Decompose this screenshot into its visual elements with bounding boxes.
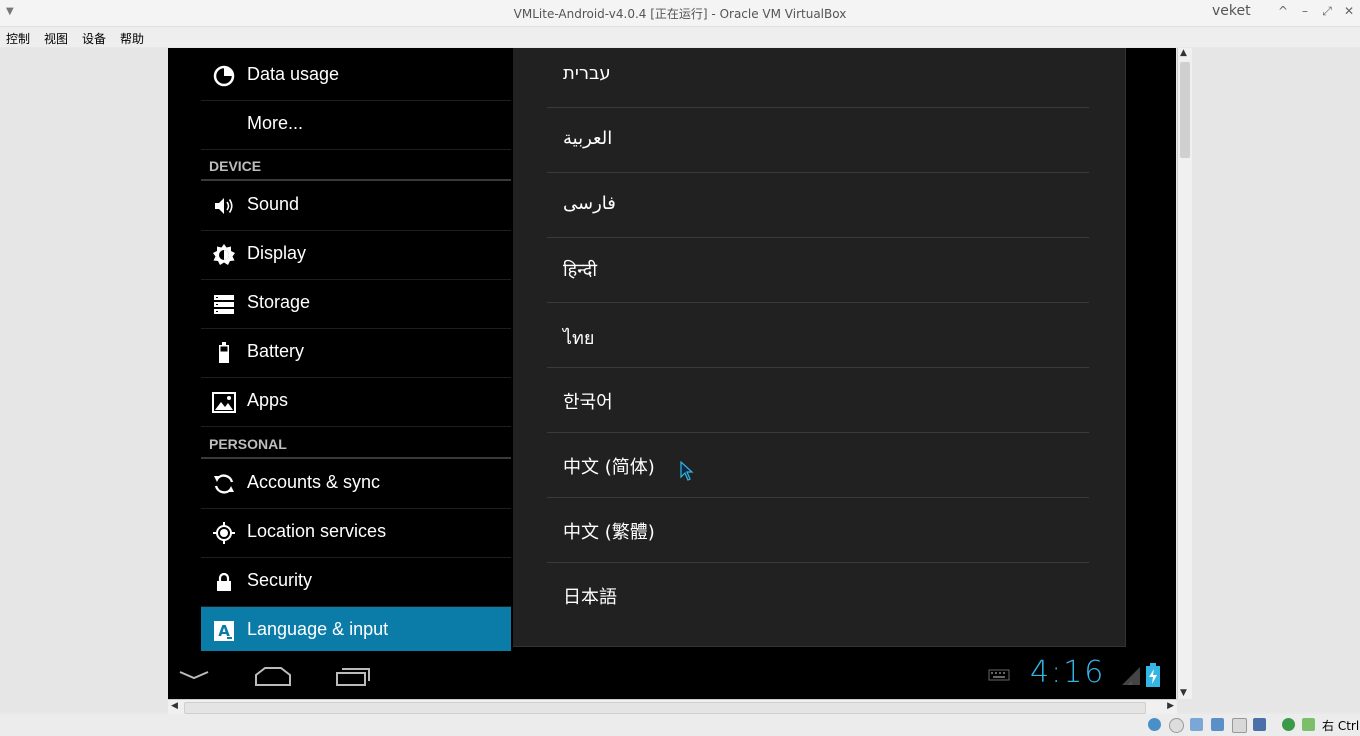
language-list: עברית العربية فارسی हिन्दी ไทย 한국어 中文 (简…	[513, 48, 1126, 647]
vertical-scroll-thumb[interactable]	[1180, 62, 1190, 158]
network-icon[interactable]	[1211, 718, 1224, 731]
settings-item-security[interactable]: Security	[201, 558, 511, 607]
language-item[interactable]: हिन्दी	[547, 238, 1089, 303]
horizontal-scroll-thumb[interactable]	[184, 702, 1146, 714]
shared-folders-icon[interactable]	[1232, 718, 1247, 733]
home-icon[interactable]	[253, 661, 293, 689]
settings-list: Data usage More... DEVICE Sound Display	[201, 48, 511, 651]
scroll-down-icon[interactable]: ▼	[1180, 688, 1187, 698]
minimize-button[interactable]: –	[1298, 4, 1312, 18]
language-item[interactable]: 日本語	[547, 563, 1089, 627]
data-usage-icon	[213, 65, 235, 87]
section-header-personal: PERSONAL	[209, 436, 287, 452]
optical-drive-icon[interactable]	[1169, 718, 1184, 733]
menu-control[interactable]: 控制	[6, 30, 30, 47]
language-item[interactable]: ไทย	[547, 303, 1089, 368]
settings-item-apps[interactable]: Apps	[201, 378, 511, 427]
language-label: العربية	[563, 128, 613, 149]
speaker-icon	[215, 198, 233, 214]
language-icon: A	[214, 621, 234, 641]
menubar: 控制 视图 设备 帮助	[0, 27, 1360, 47]
android-screen: Data usage More... DEVICE Sound Display	[168, 48, 1176, 699]
storage-icon	[214, 295, 234, 314]
menu-help[interactable]: 帮助	[120, 30, 144, 47]
close-button[interactable]: ✕	[1342, 4, 1356, 18]
settings-item-language-input[interactable]: A Language & input	[201, 607, 511, 651]
section-header-device: DEVICE	[209, 158, 262, 174]
location-icon	[213, 522, 235, 544]
brightness-icon	[213, 244, 235, 265]
settings-item-label: Language & input	[247, 619, 389, 639]
settings-item-sound[interactable]: Sound	[201, 182, 511, 231]
section-divider	[201, 179, 511, 181]
settings-item-storage[interactable]: Storage	[201, 280, 511, 329]
settings-item-location[interactable]: Location services	[201, 509, 511, 558]
scroll-left-icon[interactable]: ◀	[171, 701, 178, 711]
apps-icon	[212, 392, 236, 413]
maximize-button[interactable]: ⤢	[1320, 4, 1334, 19]
user-label: veket	[1212, 3, 1251, 19]
settings-item-label: Location services	[247, 521, 387, 541]
vertical-scrollbar[interactable]: ▲ ▼	[1177, 48, 1192, 699]
menu-view[interactable]: 视图	[44, 30, 68, 47]
language-item[interactable]: עברית	[547, 48, 1089, 108]
settings-item-data-usage[interactable]: Data usage	[201, 52, 511, 101]
settings-item-label: More...	[247, 113, 304, 133]
language-label: فارسی	[563, 193, 616, 214]
sync-icon	[214, 474, 234, 494]
horizontal-scrollbar[interactable]: ◀ ▶	[168, 699, 1177, 714]
vm-statusbar: 右 Ctrl	[0, 714, 1360, 736]
lock-icon	[217, 572, 231, 591]
language-item[interactable]: 中文 (简体)	[547, 433, 1089, 498]
host-key-label: 右 Ctrl	[1322, 719, 1360, 733]
language-item[interactable]: 한국어	[547, 368, 1089, 433]
language-label: ไทย	[563, 328, 595, 349]
settings-item-label: Accounts & sync	[247, 472, 381, 492]
settings-item-label: Sound	[247, 194, 300, 214]
language-label: 日本語	[563, 587, 617, 608]
language-item[interactable]: العربية	[547, 108, 1089, 173]
language-label: हिन्दी	[563, 260, 598, 281]
language-label: 한국어	[563, 392, 613, 413]
hard-disk-icon[interactable]	[1148, 718, 1161, 731]
window-title: VMLite-Android-v4.0.4 [正在运行] - Oracle VM…	[513, 7, 847, 21]
system-navbar: 4:16	[168, 651, 1176, 699]
settings-item-label: Storage	[247, 292, 311, 312]
capture-icon[interactable]	[1302, 718, 1315, 731]
window-titlebar: ▼ VMLite-Android-v4.0.4 [正在运行] - Oracle …	[0, 0, 1360, 27]
language-label: עברית	[563, 63, 611, 84]
settings-item-accounts-sync[interactable]: Accounts & sync	[201, 460, 511, 509]
menu-devices[interactable]: 设备	[82, 30, 106, 47]
keyboard-icon	[988, 669, 1010, 681]
settings-item-display[interactable]: Display	[201, 231, 511, 280]
scroll-right-icon[interactable]: ▶	[1167, 701, 1174, 711]
settings-item-label: Apps	[247, 390, 289, 410]
settings-item-label: Display	[247, 243, 307, 263]
settings-item-more[interactable]: More...	[201, 101, 511, 150]
section-divider	[201, 457, 511, 459]
settings-item-label: Battery	[247, 341, 305, 361]
settings-item-battery[interactable]: Battery	[201, 329, 511, 378]
recent-apps-icon[interactable]	[334, 661, 374, 689]
battery-charging-icon	[1146, 663, 1160, 687]
settings-item-label: Data usage	[247, 64, 340, 84]
shade-button[interactable]: ^	[1276, 4, 1290, 18]
signal-icon	[1122, 667, 1140, 685]
mouse-cursor-icon	[680, 461, 694, 481]
language-item[interactable]: 中文 (繁體)	[547, 498, 1089, 563]
scroll-up-icon[interactable]: ▲	[1180, 48, 1187, 58]
language-item[interactable]: فارسی	[547, 173, 1089, 238]
settings-item-label: Security	[247, 570, 313, 590]
back-icon[interactable]	[174, 661, 214, 689]
clock: 4:16	[1030, 655, 1106, 690]
language-label: 中文 (简体)	[563, 457, 655, 478]
mouse-integration-icon[interactable]	[1282, 718, 1295, 731]
language-label: 中文 (繁體)	[563, 522, 655, 543]
display-icon[interactable]	[1253, 718, 1266, 731]
usb-icon[interactable]	[1190, 718, 1203, 731]
battery-icon	[219, 342, 229, 363]
